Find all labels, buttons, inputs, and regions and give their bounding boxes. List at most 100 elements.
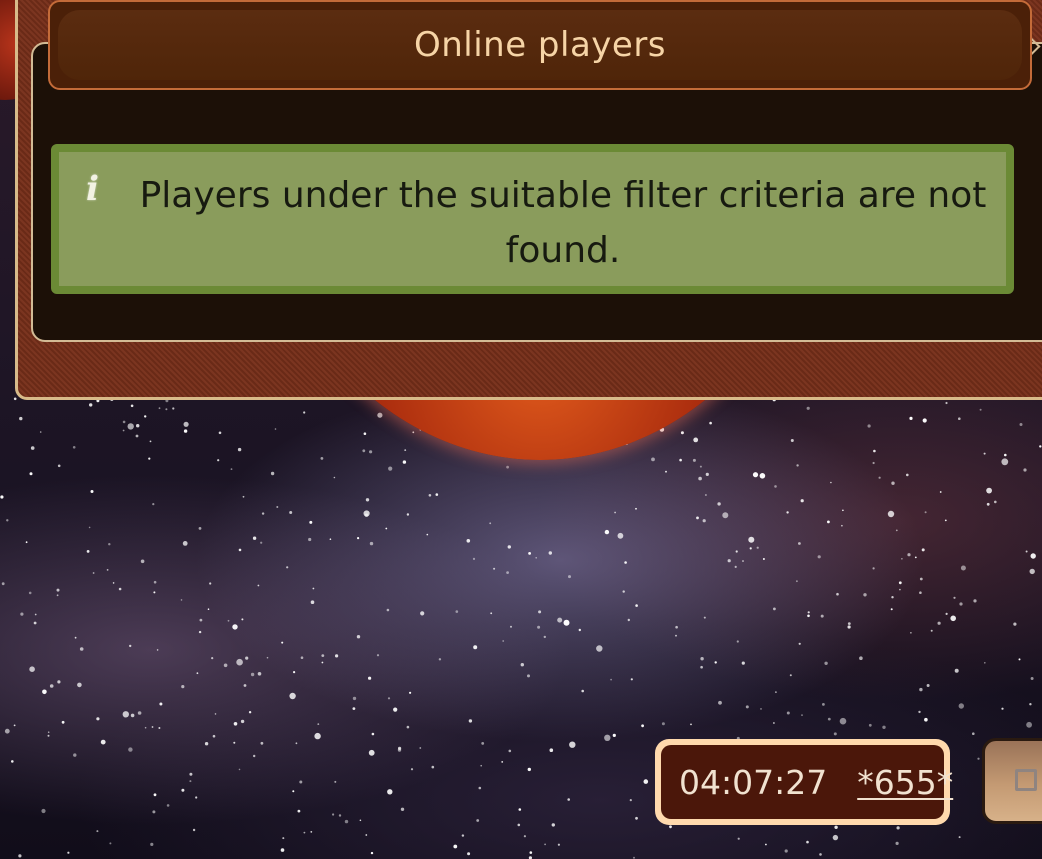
star: [528, 552, 531, 555]
star: [1019, 423, 1023, 426]
star: [786, 711, 790, 715]
star: [303, 831, 306, 834]
star: [156, 649, 159, 651]
star: [847, 625, 851, 629]
star: [181, 685, 185, 689]
star: [122, 711, 129, 718]
star: [722, 512, 729, 519]
star: [240, 719, 245, 724]
star: [822, 703, 825, 706]
server-clock-inner: 04:07:27 *655*: [661, 745, 953, 819]
star: [420, 611, 425, 616]
server-code-link[interactable]: *655*: [857, 763, 953, 802]
star: [959, 602, 963, 606]
star: [506, 465, 509, 469]
star: [896, 826, 900, 830]
star: [604, 529, 610, 535]
square-icon: [1015, 769, 1037, 791]
star: [6, 519, 9, 522]
star: [617, 532, 624, 539]
star: [596, 645, 603, 652]
star: [153, 793, 157, 797]
star: [152, 503, 155, 506]
star: [742, 560, 744, 562]
star: [612, 733, 616, 738]
star: [832, 834, 839, 841]
star: [735, 550, 738, 553]
dialog-title: Online players: [413, 25, 667, 65]
star: [699, 465, 702, 468]
star: [960, 565, 966, 571]
star: [807, 614, 810, 618]
star: [148, 457, 151, 460]
star: [786, 511, 789, 514]
star: [241, 618, 244, 621]
star: [438, 658, 442, 661]
star: [209, 582, 212, 585]
star: [371, 732, 375, 736]
side-menu-button[interactable]: [982, 738, 1042, 824]
star: [29, 472, 33, 476]
star: [798, 542, 801, 545]
star: [563, 619, 570, 626]
star: [841, 524, 843, 527]
star: [890, 608, 893, 611]
star: [151, 726, 154, 728]
star: [518, 808, 522, 811]
star: [919, 687, 923, 692]
star: [320, 457, 324, 460]
star: [924, 717, 928, 722]
star: [796, 464, 799, 467]
star: [919, 577, 923, 581]
star: [472, 557, 476, 561]
star: [698, 476, 702, 481]
star: [276, 506, 279, 508]
star: [41, 808, 46, 814]
star: [635, 816, 638, 820]
star: [356, 635, 361, 639]
star: [633, 856, 635, 859]
star: [297, 809, 301, 813]
star: [759, 473, 766, 479]
star: [410, 768, 414, 771]
star: [867, 424, 871, 428]
star: [506, 571, 509, 574]
star: [643, 779, 649, 784]
star: [217, 459, 220, 462]
star: [127, 423, 134, 430]
star: [357, 537, 360, 540]
star: [406, 513, 410, 516]
star: [159, 702, 163, 706]
star: [478, 786, 482, 790]
star: [409, 691, 412, 694]
star: [520, 663, 524, 667]
star: [984, 662, 986, 664]
star: [281, 641, 284, 644]
star: [455, 610, 459, 613]
star: [891, 596, 894, 599]
star: [527, 674, 530, 678]
star: [749, 547, 752, 550]
star: [700, 657, 704, 661]
star: [204, 742, 209, 746]
star: [57, 680, 61, 684]
star: [368, 676, 372, 680]
star: [312, 587, 315, 590]
star: [20, 612, 24, 616]
star: [233, 722, 238, 726]
star: [310, 600, 315, 604]
star: [527, 767, 531, 772]
star: [748, 536, 755, 543]
star: [352, 707, 356, 710]
star: [679, 458, 682, 462]
star: [406, 725, 410, 729]
star: [882, 725, 886, 729]
star: [300, 656, 304, 659]
star: [918, 710, 921, 714]
star: [183, 429, 188, 433]
star: [30, 446, 35, 450]
star: [321, 654, 325, 657]
star: [192, 828, 196, 832]
star: [895, 529, 898, 532]
server-clock-widget[interactable]: 04:07:27 *655*: [655, 739, 953, 825]
